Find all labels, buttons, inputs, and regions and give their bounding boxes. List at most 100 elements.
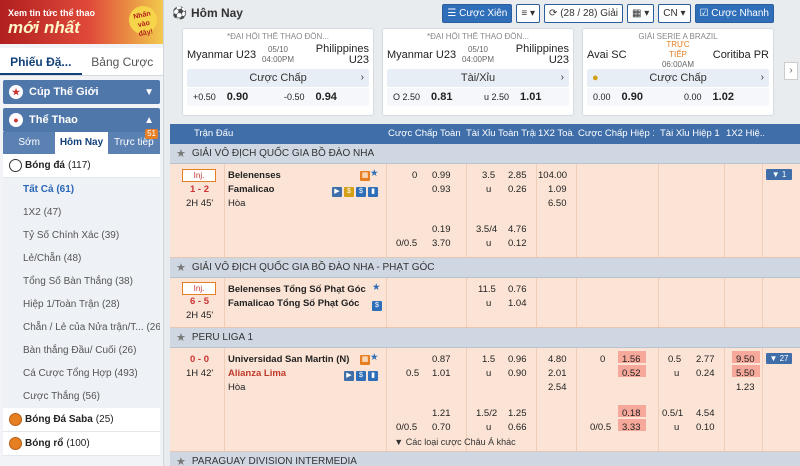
odds-cell[interactable]: 3.33 xyxy=(622,422,641,433)
banner-badge[interactable]: Nhấn vào đây! xyxy=(126,3,160,38)
live-tv-icon[interactable]: ▶ xyxy=(332,187,342,197)
card-odds-away[interactable]: -0.50 0.94 xyxy=(278,91,369,103)
odds-cell[interactable]: 0.76 xyxy=(508,284,527,295)
odds-cell[interactable]: 1.25 xyxy=(508,408,527,419)
odds-cell[interactable]: 0.26 xyxy=(508,184,527,195)
odds-cell[interactable]: 1.09 xyxy=(548,184,567,195)
star-icon[interactable]: ★ xyxy=(176,261,186,274)
featured-card[interactable]: GIẢI SERIE A BRAZIL Avai SC TRỰC TIẾP 06:… xyxy=(582,28,774,116)
chart-icon[interactable]: ▮ xyxy=(368,371,378,381)
quick-bet-toggle[interactable]: ☑ Cược Nhanh xyxy=(694,3,774,23)
view-dropdown[interactable]: ▦ ▾ xyxy=(627,3,655,23)
odds-cell[interactable]: 0.12 xyxy=(508,238,527,249)
live-tv-icon[interactable]: ▶ xyxy=(344,371,354,381)
menu-item[interactable]: Tổng Số Bàn Thắng (38) xyxy=(3,270,160,293)
subtab-early[interactable]: Sớm xyxy=(3,132,55,154)
panel-sports[interactable]: ● Thể Thao ▲ xyxy=(3,108,160,132)
dollar-icon[interactable]: $ xyxy=(356,371,366,381)
card-odds-under[interactable]: u 2.50 1.01 xyxy=(478,91,569,103)
sport-football[interactable]: Bóng đá (117) xyxy=(3,154,160,178)
card-odds-home[interactable]: +0.50 0.90 xyxy=(187,91,278,103)
odds-cell[interactable]: 0.87 xyxy=(432,354,451,365)
odds-cell[interactable]: 0.96 xyxy=(508,354,527,365)
menu-item[interactable]: 1X2 (47) xyxy=(3,201,160,224)
odds-cell[interactable]: 1.21 xyxy=(432,408,451,419)
card-odds-away[interactable]: 0.00 1.02 xyxy=(678,91,769,103)
menu-item[interactable]: Cược Thắng (56) xyxy=(3,385,160,408)
odds-cell[interactable]: 1.23 xyxy=(736,382,755,393)
panel-world-cup[interactable]: ★ Cúp Thế Giới ▼ xyxy=(3,80,160,104)
odds-cell[interactable]: 0.52 xyxy=(622,368,641,379)
star-icon[interactable]: ★ xyxy=(372,282,381,293)
odds-cell[interactable]: 0.24 xyxy=(696,368,715,379)
star-icon[interactable]: ★ xyxy=(176,331,186,344)
odds-cell[interactable]: 0.99 xyxy=(432,170,451,181)
tab-bet-slip[interactable]: Phiếu Đặ... xyxy=(0,48,82,75)
menu-item[interactable]: Hiệp 1/Toàn Trận (28) xyxy=(3,293,160,316)
more-bets-button[interactable]: ▼ 27 xyxy=(766,353,792,364)
star-icon[interactable]: ★ xyxy=(176,455,186,466)
odds-cell[interactable]: 0.18 xyxy=(622,408,641,419)
card-market[interactable]: ● Cược Chấp › xyxy=(587,69,769,87)
menu-item[interactable]: Chẵn / Lẻ của Nửa trận/T... (26) xyxy=(3,316,160,339)
odds-cell[interactable]: 0.10 xyxy=(696,422,715,433)
featured-card[interactable]: *ĐẠI HỘI THỂ THAO ĐÔN... Myanmar U23 05/… xyxy=(182,28,374,116)
odds-cell[interactable]: 9.50 xyxy=(736,354,755,365)
league-header[interactable]: ★ GIẢI VÔ ĐỊCH QUỐC GIA BỒ ĐÀO NHA - PHẠT… xyxy=(170,258,800,278)
odds-cell[interactable]: 2.01 xyxy=(548,368,567,379)
dollar-icon[interactable]: $ xyxy=(356,187,366,197)
odds-cell[interactable]: 2.77 xyxy=(696,354,715,365)
odds-cell[interactable]: 4.80 xyxy=(548,354,567,365)
news-banner[interactable]: Xem tin tức thể thao mới nhất Nhấn vào đ… xyxy=(0,0,163,44)
more-bets-button[interactable]: ▼ 1 xyxy=(766,169,792,180)
league-header[interactable]: ★ PARAGUAY DIVISION INTERMEDIA xyxy=(170,452,800,466)
dollar-icon[interactable]: $ xyxy=(372,301,382,311)
star-icon[interactable]: ★ xyxy=(370,352,379,363)
menu-item[interactable]: Lẻ/Chẵn (48) xyxy=(3,247,160,270)
odds-cell[interactable]: 1.04 xyxy=(508,298,527,309)
subtab-today[interactable]: Hôm Nay xyxy=(55,132,108,154)
odds-cell[interactable]: 2.54 xyxy=(548,382,567,393)
star-icon[interactable]: ★ xyxy=(370,168,379,179)
more-asian-bets-link[interactable]: ▼ Các loại cược Châu Á khác xyxy=(170,437,740,447)
card-odds-over[interactable]: O 2.50 0.81 xyxy=(387,91,478,103)
carousel-next-button[interactable]: › xyxy=(784,62,798,80)
odds-cell[interactable]: 1.01 xyxy=(432,368,451,379)
league-header[interactable]: ★ PERU LIGA 1 xyxy=(170,328,800,348)
menu-item[interactable]: Cá Cược Tổng Hợp (493) xyxy=(3,362,160,385)
odds-cell[interactable]: 3.70 xyxy=(432,238,451,249)
odds-cell[interactable]: 4.76 xyxy=(508,224,527,235)
odds-cell[interactable]: 0.19 xyxy=(432,224,451,235)
card-market[interactable]: Tài/Xỉu › xyxy=(387,69,569,87)
subtab-live[interactable]: Trực tiếp 51 xyxy=(108,129,160,154)
odds-cell[interactable]: 4.54 xyxy=(696,408,715,419)
tab-bet-list[interactable]: Bảng Cược xyxy=(82,48,164,75)
sport-saba[interactable]: Bóng Đá Saba (25) xyxy=(3,408,160,432)
odds-cell[interactable]: 0.66 xyxy=(508,422,527,433)
card-market[interactable]: Cược Chấp › xyxy=(187,69,369,87)
parlay-button[interactable]: ☰ Cược Xiên xyxy=(442,3,513,23)
odds-cell[interactable]: 0.93 xyxy=(432,184,451,195)
odds-cell[interactable]: 5.50 xyxy=(736,368,755,379)
league-filter[interactable]: ⟳ (28 / 28) Giải xyxy=(544,3,623,23)
stats-icon[interactable]: ▦ xyxy=(360,171,370,181)
menu-item[interactable]: Tỷ Số Chính Xác (39) xyxy=(3,224,160,247)
league-header[interactable]: ★ GIẢI VÔ ĐỊCH QUỐC GIA BỒ ĐÀO NHA xyxy=(170,144,800,164)
stats-icon[interactable]: ▦ xyxy=(360,355,370,365)
menu-item[interactable]: Bàn thắng Đầu/ Cuối (26) xyxy=(3,339,160,362)
odds-cell[interactable]: 1.56 xyxy=(622,354,641,365)
sport-basketball[interactable]: Bóng rổ (100) xyxy=(3,432,160,456)
odds-cell[interactable]: 0.70 xyxy=(432,422,451,433)
odds-type-dropdown[interactable]: CN ▾ xyxy=(658,3,691,23)
odds-cell[interactable]: 104.00 xyxy=(538,170,567,181)
sort-dropdown[interactable]: ≡ ▾ xyxy=(516,3,541,23)
odds-cell[interactable]: 2.85 xyxy=(508,170,527,181)
odds-cell[interactable]: 0.90 xyxy=(508,368,527,379)
chart-icon[interactable]: ▮ xyxy=(368,187,378,197)
menu-item[interactable]: Tất Cả (61) xyxy=(3,178,160,201)
featured-card[interactable]: *ĐẠI HỘI THỂ THAO ĐÔN... Myanmar U23 05/… xyxy=(382,28,574,116)
card-odds-home[interactable]: 0.00 0.90 xyxy=(587,91,678,103)
coin-icon[interactable]: $ xyxy=(344,187,354,197)
star-icon[interactable]: ★ xyxy=(176,147,186,160)
odds-cell[interactable]: 6.50 xyxy=(548,198,567,209)
